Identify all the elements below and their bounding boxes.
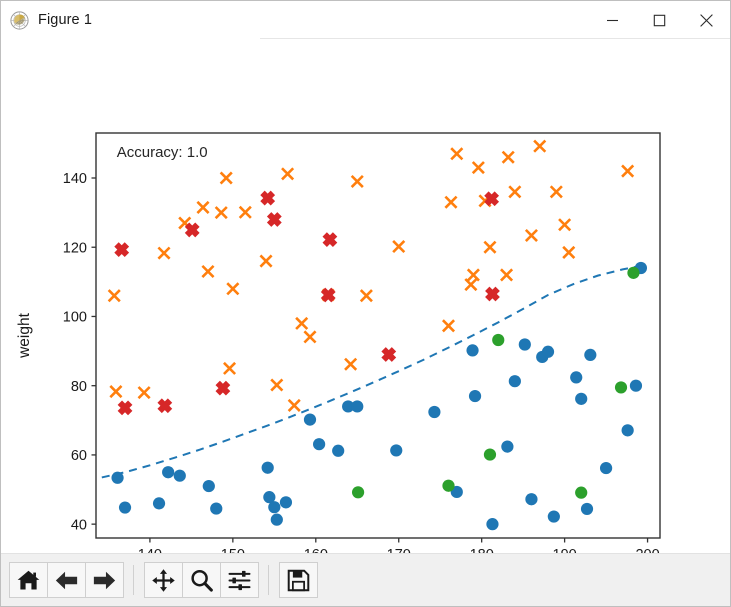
svg-text:80: 80 [71, 379, 87, 395]
forward-button[interactable] [85, 562, 124, 598]
minimize-button[interactable] [589, 1, 636, 39]
home-button[interactable] [9, 562, 48, 598]
accuracy-annotation: Accuracy: 1.0 [117, 144, 208, 161]
accuracy-text: Accuracy: 1.0 [117, 144, 208, 161]
toolbar-group-tools [144, 562, 259, 598]
svg-text:190: 190 [553, 547, 577, 553]
magnifier-icon [191, 569, 213, 592]
navigation-toolbar [1, 553, 730, 606]
svg-text:140: 140 [138, 547, 162, 553]
sliders-icon [228, 570, 251, 590]
move-icon [152, 568, 175, 592]
back-button[interactable] [47, 562, 86, 598]
matplotlib-logo-icon [10, 10, 29, 30]
titlebar-divider [260, 38, 730, 39]
svg-text:120: 120 [63, 240, 87, 256]
toolbar-group-save [279, 562, 318, 598]
toolbar-separator-1 [133, 565, 134, 595]
save-button[interactable] [279, 562, 318, 598]
svg-text:180: 180 [470, 547, 494, 553]
window-title: Figure 1 [38, 12, 92, 28]
pan-button[interactable] [144, 562, 183, 598]
toolbar-group-navigation [9, 562, 124, 598]
svg-text:200: 200 [635, 547, 659, 553]
maximize-button[interactable] [636, 1, 683, 39]
window-controls [589, 1, 730, 39]
zoom-button[interactable] [182, 562, 221, 598]
toolbar-separator-2 [268, 565, 269, 595]
svg-text:170: 170 [387, 547, 411, 553]
svg-text:160: 160 [304, 547, 328, 553]
home-icon [17, 570, 40, 589]
svg-text:150: 150 [221, 547, 245, 553]
svg-text:60: 60 [71, 448, 87, 464]
arrow-right-icon [93, 571, 116, 589]
close-button[interactable] [683, 1, 730, 39]
floppy-disk-icon [287, 569, 310, 591]
titlebar-left: Figure 1 [1, 10, 92, 30]
svg-text:140: 140 [63, 171, 87, 187]
y-axis-label: weight [16, 312, 33, 358]
configure-subplots-button[interactable] [220, 562, 259, 598]
svg-text:100: 100 [63, 310, 87, 326]
figure-canvas-area[interactable]: 140 150 160 170 180 190 200 40 60 80 100 120 140 Ac… [1, 40, 730, 553]
window-titlebar: Figure 1 [1, 1, 730, 40]
scatter-plot[interactable]: 140 150 160 170 180 190 200 40 60 80 100 120 140 Ac… [1, 40, 730, 553]
svg-text:40: 40 [71, 517, 87, 533]
arrow-left-icon [55, 571, 78, 589]
figure-window: Figure 1 140 150 160 170 180 190 200 40 … [0, 0, 731, 607]
